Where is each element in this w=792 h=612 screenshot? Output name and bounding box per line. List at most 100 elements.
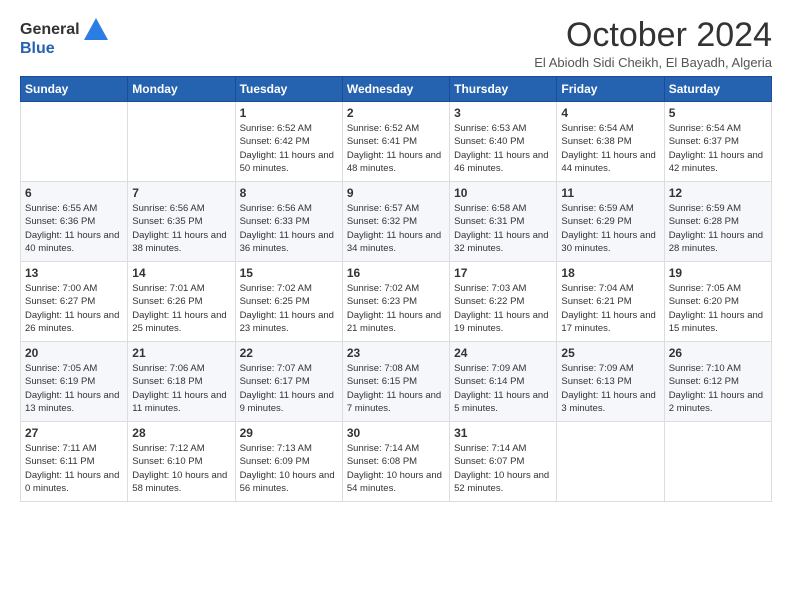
- week-row-1: 1 Sunrise: 6:52 AM Sunset: 6:42 PM Daylig…: [21, 102, 772, 182]
- day-info: Sunrise: 7:00 AM Sunset: 6:27 PM Dayligh…: [25, 282, 123, 335]
- day-info: Sunrise: 6:58 AM Sunset: 6:31 PM Dayligh…: [454, 202, 552, 255]
- week-row-5: 27 Sunrise: 7:11 AM Sunset: 6:11 PM Dayli…: [21, 422, 772, 502]
- day-number: 7: [132, 186, 230, 200]
- logo: General Blue: [20, 16, 110, 58]
- calendar-cell: 31Sunrise: 7:14 AM Sunset: 6:07 PM Dayli…: [450, 422, 557, 502]
- day-number: 22: [240, 346, 338, 360]
- week-row-2: 6 Sunrise: 6:55 AM Sunset: 6:36 PM Daylig…: [21, 182, 772, 262]
- calendar-cell: 18 Sunrise: 7:04 AM Sunset: 6:21 PM Dayli…: [557, 262, 664, 342]
- col-header-friday: Friday: [557, 77, 664, 102]
- day-info: Sunrise: 7:05 AM Sunset: 6:19 PM Dayligh…: [25, 362, 123, 415]
- day-number: 9: [347, 186, 445, 200]
- calendar-cell: 23Sunrise: 7:08 AM Sunset: 6:15 PM Dayli…: [342, 342, 449, 422]
- day-info: Sunrise: 7:14 AM Sunset: 6:08 PM Dayligh…: [347, 442, 445, 495]
- calendar-cell: 2 Sunrise: 6:52 AM Sunset: 6:41 PM Daylig…: [342, 102, 449, 182]
- calendar-cell: 6 Sunrise: 6:55 AM Sunset: 6:36 PM Daylig…: [21, 182, 128, 262]
- calendar-cell: 26Sunrise: 7:10 AM Sunset: 6:12 PM Dayli…: [664, 342, 771, 422]
- day-info: Sunrise: 6:52 AM Sunset: 6:42 PM Dayligh…: [240, 122, 338, 175]
- calendar-cell: 22 Sunrise: 7:07 AM Sunset: 6:17 PM Dayli…: [235, 342, 342, 422]
- week-row-3: 13 Sunrise: 7:00 AM Sunset: 6:27 PM Dayli…: [21, 262, 772, 342]
- col-header-saturday: Saturday: [664, 77, 771, 102]
- calendar-cell: 1 Sunrise: 6:52 AM Sunset: 6:42 PM Daylig…: [235, 102, 342, 182]
- calendar-cell: [21, 102, 128, 182]
- day-number: 10: [454, 186, 552, 200]
- calendar-cell: 19 Sunrise: 7:05 AM Sunset: 6:20 PM Dayli…: [664, 262, 771, 342]
- calendar-cell: 20 Sunrise: 7:05 AM Sunset: 6:19 PM Dayli…: [21, 342, 128, 422]
- week-row-4: 20 Sunrise: 7:05 AM Sunset: 6:19 PM Dayli…: [21, 342, 772, 422]
- col-header-tuesday: Tuesday: [235, 77, 342, 102]
- calendar-table: SundayMondayTuesdayWednesdayThursdayFrid…: [20, 76, 772, 502]
- day-number: 30: [347, 426, 445, 440]
- day-info: Sunrise: 7:12 AM Sunset: 6:10 PM Dayligh…: [132, 442, 230, 495]
- day-number: 1: [240, 106, 338, 120]
- day-number: 14: [132, 266, 230, 280]
- day-number: 13: [25, 266, 123, 280]
- day-number: 2: [347, 106, 445, 120]
- calendar-cell: 27 Sunrise: 7:11 AM Sunset: 6:11 PM Dayli…: [21, 422, 128, 502]
- logo-text: General Blue: [20, 16, 110, 58]
- day-info: Sunrise: 6:54 AM Sunset: 6:38 PM Dayligh…: [561, 122, 659, 175]
- calendar-cell: 29 Sunrise: 7:13 AM Sunset: 6:09 PM Dayli…: [235, 422, 342, 502]
- day-info: Sunrise: 7:02 AM Sunset: 6:25 PM Dayligh…: [240, 282, 338, 335]
- calendar-cell: 7 Sunrise: 6:56 AM Sunset: 6:35 PM Daylig…: [128, 182, 235, 262]
- calendar-cell: 17Sunrise: 7:03 AM Sunset: 6:22 PM Dayli…: [450, 262, 557, 342]
- header-row: SundayMondayTuesdayWednesdayThursdayFrid…: [21, 77, 772, 102]
- day-info: Sunrise: 7:03 AM Sunset: 6:22 PM Dayligh…: [454, 282, 552, 335]
- col-header-wednesday: Wednesday: [342, 77, 449, 102]
- col-header-monday: Monday: [128, 77, 235, 102]
- day-number: 25: [561, 346, 659, 360]
- day-info: Sunrise: 7:06 AM Sunset: 6:18 PM Dayligh…: [132, 362, 230, 415]
- day-number: 11: [561, 186, 659, 200]
- day-number: 27: [25, 426, 123, 440]
- calendar-cell: 12 Sunrise: 6:59 AM Sunset: 6:28 PM Dayli…: [664, 182, 771, 262]
- day-number: 20: [25, 346, 123, 360]
- calendar-cell: 16Sunrise: 7:02 AM Sunset: 6:23 PM Dayli…: [342, 262, 449, 342]
- calendar-cell: 8 Sunrise: 6:56 AM Sunset: 6:33 PM Daylig…: [235, 182, 342, 262]
- day-number: 4: [561, 106, 659, 120]
- day-info: Sunrise: 7:11 AM Sunset: 6:11 PM Dayligh…: [25, 442, 123, 495]
- calendar-cell: 4 Sunrise: 6:54 AM Sunset: 6:38 PM Daylig…: [557, 102, 664, 182]
- day-info: Sunrise: 7:13 AM Sunset: 6:09 PM Dayligh…: [240, 442, 338, 495]
- calendar-cell: 11 Sunrise: 6:59 AM Sunset: 6:29 PM Dayli…: [557, 182, 664, 262]
- header: General Blue October 2024 El Abiodh Sidi…: [20, 16, 772, 70]
- day-info: Sunrise: 6:56 AM Sunset: 6:35 PM Dayligh…: [132, 202, 230, 255]
- calendar-cell: 21Sunrise: 7:06 AM Sunset: 6:18 PM Dayli…: [128, 342, 235, 422]
- day-info: Sunrise: 7:09 AM Sunset: 6:13 PM Dayligh…: [561, 362, 659, 415]
- calendar-cell: 13 Sunrise: 7:00 AM Sunset: 6:27 PM Dayli…: [21, 262, 128, 342]
- day-info: Sunrise: 6:56 AM Sunset: 6:33 PM Dayligh…: [240, 202, 338, 255]
- day-info: Sunrise: 7:10 AM Sunset: 6:12 PM Dayligh…: [669, 362, 767, 415]
- calendar-cell: 5Sunrise: 6:54 AM Sunset: 6:37 PM Daylig…: [664, 102, 771, 182]
- day-number: 16: [347, 266, 445, 280]
- day-info: Sunrise: 7:09 AM Sunset: 6:14 PM Dayligh…: [454, 362, 552, 415]
- calendar-cell: 30 Sunrise: 7:14 AM Sunset: 6:08 PM Dayli…: [342, 422, 449, 502]
- day-number: 29: [240, 426, 338, 440]
- calendar-cell: [557, 422, 664, 502]
- day-info: Sunrise: 7:07 AM Sunset: 6:17 PM Dayligh…: [240, 362, 338, 415]
- day-info: Sunrise: 6:52 AM Sunset: 6:41 PM Dayligh…: [347, 122, 445, 175]
- day-number: 28: [132, 426, 230, 440]
- calendar-cell: 24 Sunrise: 7:09 AM Sunset: 6:14 PM Dayli…: [450, 342, 557, 422]
- calendar-cell: 28 Sunrise: 7:12 AM Sunset: 6:10 PM Dayli…: [128, 422, 235, 502]
- day-info: Sunrise: 6:55 AM Sunset: 6:36 PM Dayligh…: [25, 202, 123, 255]
- day-number: 23: [347, 346, 445, 360]
- day-info: Sunrise: 6:59 AM Sunset: 6:29 PM Dayligh…: [561, 202, 659, 255]
- calendar-cell: 10 Sunrise: 6:58 AM Sunset: 6:31 PM Dayli…: [450, 182, 557, 262]
- day-info: Sunrise: 6:59 AM Sunset: 6:28 PM Dayligh…: [669, 202, 767, 255]
- day-info: Sunrise: 7:14 AM Sunset: 6:07 PM Dayligh…: [454, 442, 552, 495]
- day-number: 18: [561, 266, 659, 280]
- day-info: Sunrise: 7:05 AM Sunset: 6:20 PM Dayligh…: [669, 282, 767, 335]
- page: General Blue October 2024 El Abiodh Sidi…: [0, 0, 792, 612]
- day-info: Sunrise: 6:54 AM Sunset: 6:37 PM Dayligh…: [669, 122, 767, 175]
- day-number: 15: [240, 266, 338, 280]
- day-number: 19: [669, 266, 767, 280]
- subtitle: El Abiodh Sidi Cheikh, El Bayadh, Algeri…: [534, 55, 772, 70]
- title-block: October 2024 El Abiodh Sidi Cheikh, El B…: [534, 16, 772, 70]
- calendar-cell: 25 Sunrise: 7:09 AM Sunset: 6:13 PM Dayli…: [557, 342, 664, 422]
- day-number: 6: [25, 186, 123, 200]
- day-number: 24: [454, 346, 552, 360]
- day-number: 8: [240, 186, 338, 200]
- day-info: Sunrise: 7:04 AM Sunset: 6:21 PM Dayligh…: [561, 282, 659, 335]
- calendar-cell: 14Sunrise: 7:01 AM Sunset: 6:26 PM Dayli…: [128, 262, 235, 342]
- calendar-cell: [664, 422, 771, 502]
- day-number: 12: [669, 186, 767, 200]
